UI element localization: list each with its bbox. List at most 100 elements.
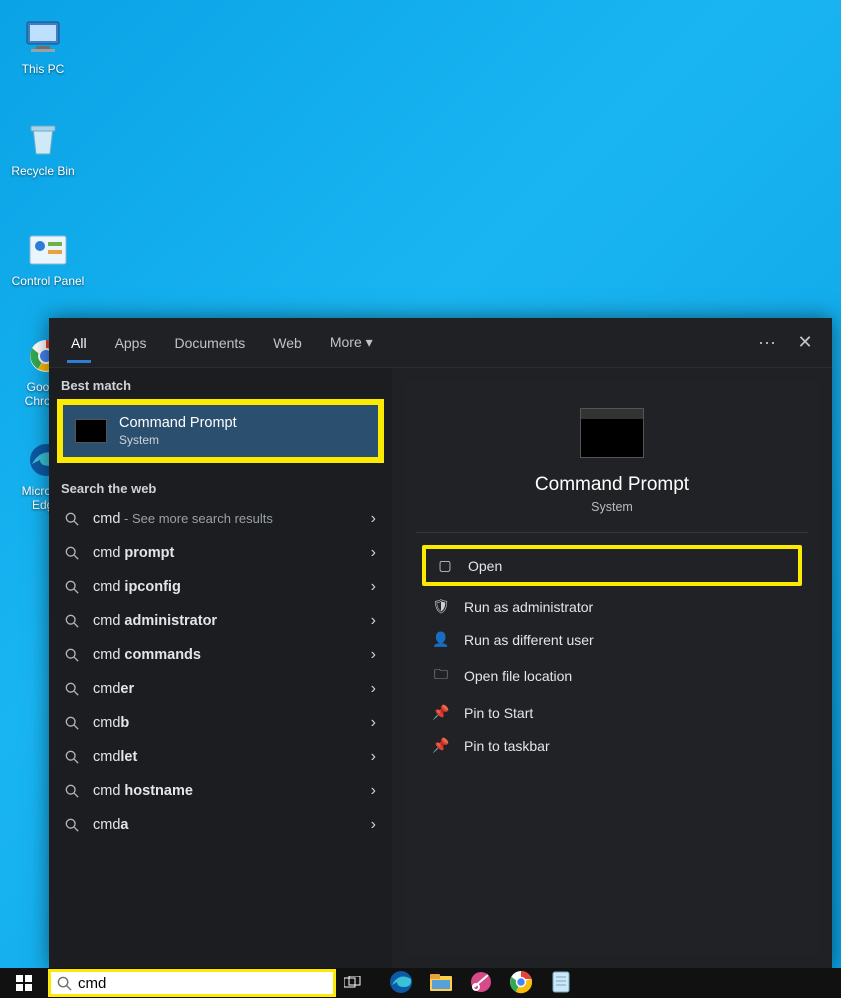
search-icon — [65, 648, 81, 662]
chevron-right-icon: › — [371, 782, 376, 800]
section-best-match: Best match — [49, 368, 392, 399]
chevron-right-icon: › — [371, 646, 376, 664]
pin-icon: 📌 — [432, 704, 450, 721]
chevron-right-icon: › — [371, 544, 376, 562]
web-suggestion[interactable]: cmd administrator › — [49, 604, 392, 638]
folder-icon: 🗀 — [432, 664, 450, 688]
recycle-bin-icon — [21, 120, 65, 160]
search-tabs-bar: All Apps Documents Web More ▾ ··· ✕ — [49, 318, 832, 368]
this-pc-icon — [21, 18, 65, 58]
action-pin-to-taskbar[interactable]: 📌 Pin to taskbar — [422, 729, 802, 762]
suggestion-text: cmder — [93, 681, 359, 697]
desktop-icon-this-pc[interactable]: This PC — [6, 18, 80, 76]
taskbar-app-edge[interactable] — [388, 969, 416, 997]
action-label: Run as different user — [464, 632, 594, 648]
best-match-highlight: Command Prompt System — [57, 399, 384, 463]
desktop: This PC Recycle Bin Control Panel Google… — [0, 0, 841, 998]
chevron-right-icon: › — [371, 714, 376, 732]
task-view-button[interactable] — [336, 968, 370, 998]
search-icon — [65, 750, 81, 764]
chevron-right-icon: › — [371, 680, 376, 698]
search-preview-pane: Command Prompt System ▢ Open 🛡 Run as ad… — [392, 368, 832, 968]
suggestion-text: cmdlet — [93, 749, 359, 765]
tab-more[interactable]: More ▾ — [316, 322, 387, 363]
suggestion-text: cmdb — [93, 715, 359, 731]
search-icon — [65, 512, 81, 526]
preview-subtitle: System — [416, 500, 808, 514]
chevron-right-icon: › — [371, 816, 376, 834]
open-icon: ▢ — [436, 557, 454, 574]
search-icon — [57, 976, 72, 991]
close-button[interactable]: ✕ — [786, 324, 824, 362]
action-open[interactable]: ▢ Open — [422, 545, 802, 586]
options-button[interactable]: ··· — [748, 324, 786, 362]
desktop-icon-label: Recycle Bin — [6, 164, 80, 178]
tab-documents[interactable]: Documents — [160, 323, 259, 363]
taskbar-app-chrome[interactable] — [508, 969, 536, 997]
caret-down-icon: ▾ — [362, 334, 373, 350]
close-icon: ✕ — [797, 332, 812, 353]
web-suggestion[interactable]: cmda› — [49, 808, 392, 842]
chevron-right-icon: › — [371, 612, 376, 630]
web-suggestion[interactable]: cmder › — [49, 672, 392, 706]
web-suggestion[interactable]: cmdb › — [49, 706, 392, 740]
user-icon: 👤 — [432, 631, 450, 648]
web-suggestion[interactable]: cmdlet › — [49, 740, 392, 774]
chevron-right-icon: › — [371, 510, 376, 528]
action-label: Pin to taskbar — [464, 738, 550, 754]
web-suggestion[interactable]: cmd prompt › — [49, 536, 392, 570]
suggestion-text: cmd prompt — [93, 545, 359, 561]
taskbar-search-box[interactable] — [48, 969, 336, 997]
action-open-file-location[interactable]: 🗀 Open file location — [422, 656, 802, 696]
cmd-icon — [75, 419, 107, 443]
web-suggestion[interactable]: cmd ipconfig › — [49, 570, 392, 604]
action-label: Open file location — [464, 668, 572, 684]
tab-more-label: More — [330, 334, 362, 350]
tab-apps[interactable]: Apps — [101, 323, 161, 363]
windows-icon — [16, 975, 32, 991]
desktop-icon-recycle-bin[interactable]: Recycle Bin — [6, 120, 80, 178]
web-suggestion[interactable]: cmd hostname › — [49, 774, 392, 808]
action-label: Run as administrator — [464, 599, 593, 615]
search-results-pane: Best match Command Prompt System Search … — [49, 368, 392, 968]
shield-icon: 🛡 — [432, 598, 450, 615]
desktop-icon-control-panel[interactable]: Control Panel — [2, 230, 94, 288]
tab-all[interactable]: All — [57, 323, 101, 363]
web-suggestion[interactable]: cmd commands › — [49, 638, 392, 672]
ellipsis-icon: ··· — [758, 332, 776, 353]
taskbar — [0, 968, 841, 998]
search-icon — [65, 580, 81, 594]
desktop-icon-label: This PC — [6, 62, 80, 76]
search-icon — [65, 784, 81, 798]
best-match-subtitle: System — [119, 433, 237, 447]
control-panel-icon — [26, 230, 70, 270]
taskbar-app-file-explorer[interactable] — [428, 969, 456, 997]
action-run-as-admin[interactable]: 🛡 Run as administrator — [422, 590, 802, 623]
chevron-right-icon: › — [371, 748, 376, 766]
web-suggestion[interactable]: cmd - See more search results› — [49, 502, 392, 536]
search-input[interactable] — [78, 975, 327, 992]
tab-web[interactable]: Web — [259, 323, 316, 363]
desktop-icon-label: Control Panel — [2, 274, 94, 288]
search-icon — [65, 614, 81, 628]
suggestion-text: cmd hostname — [93, 783, 359, 799]
best-match-item[interactable]: Command Prompt System — [63, 405, 378, 457]
action-label: Pin to Start — [464, 705, 533, 721]
search-icon — [65, 682, 81, 696]
search-icon — [65, 818, 81, 832]
search-icon — [65, 716, 81, 730]
suggestion-text: cmd administrator — [93, 613, 359, 629]
start-button[interactable] — [0, 968, 48, 998]
pin-icon: 📌 — [432, 737, 450, 754]
taskbar-app-notepad[interactable] — [548, 969, 576, 997]
preview-cmd-icon — [580, 408, 644, 458]
search-icon — [65, 546, 81, 560]
action-run-as-different-user[interactable]: 👤 Run as different user — [422, 623, 802, 656]
action-pin-to-start[interactable]: 📌 Pin to Start — [422, 696, 802, 729]
suggestion-text: cmd ipconfig — [93, 579, 359, 595]
search-flyout: All Apps Documents Web More ▾ ··· ✕ Best… — [49, 318, 832, 968]
chevron-right-icon: › — [371, 578, 376, 596]
suggestion-text: cmd commands — [93, 647, 359, 663]
section-search-web: Search the web — [49, 471, 392, 502]
taskbar-app-snipping[interactable] — [468, 969, 496, 997]
